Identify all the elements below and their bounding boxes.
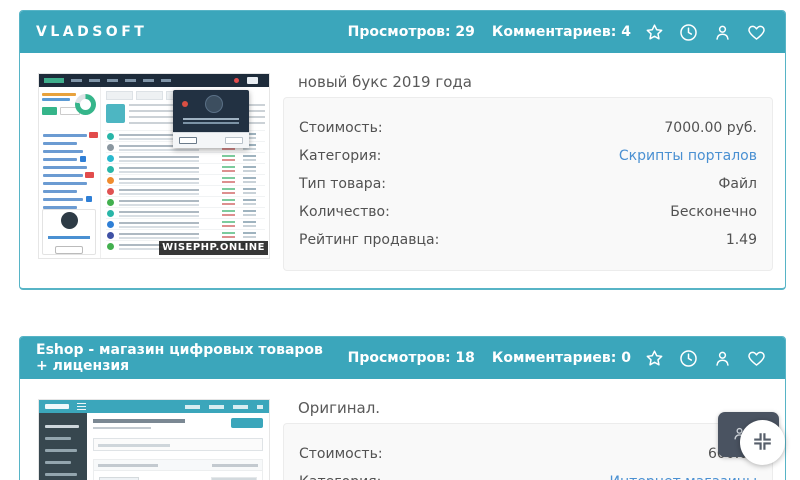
thumb-donut-chart xyxy=(75,94,96,115)
thumb-add-button xyxy=(231,418,263,428)
product-title-link[interactable]: Eshop - магазин цифровых товаров + лицен… xyxy=(36,342,331,374)
thumb-search-bar xyxy=(93,438,263,451)
compress-icon xyxy=(751,430,774,456)
thumb-notification-dot xyxy=(234,78,239,83)
heart-icon[interactable] xyxy=(746,348,767,369)
thumb-logo xyxy=(45,404,69,409)
thumb-navbar xyxy=(39,74,269,87)
thumb-sidebar xyxy=(39,87,101,258)
detail-row-category: Категория: Интернет магазины xyxy=(299,468,757,480)
category-link[interactable]: Интернет магазины xyxy=(610,474,757,480)
clock-icon[interactable] xyxy=(678,22,699,43)
product-thumbnail[interactable]: WISEPHP.ONLINE xyxy=(38,73,270,259)
card-header: Eshop - магазин цифровых товаров + лицен… xyxy=(20,337,785,379)
product-card-vladsoft: VLADSOFT Просмотров: 29 Комментариев: 4 xyxy=(19,10,786,290)
card-header-stats: Просмотров: 18 Комментариев: 0 xyxy=(331,348,767,369)
card-header-stats: Просмотров: 29 Комментариев: 4 xyxy=(331,22,767,43)
detail-row-price: Стоимость: 600.00 xyxy=(299,440,757,468)
marketplace-page: VLADSOFT Просмотров: 29 Комментариев: 4 xyxy=(0,0,800,480)
star-icon[interactable] xyxy=(644,348,665,369)
user-icon[interactable] xyxy=(712,348,733,369)
thumb-product-row xyxy=(93,459,263,480)
thumb-menu-icon xyxy=(77,403,86,410)
card-header: VLADSOFT Просмотров: 29 Комментариев: 4 xyxy=(20,11,785,53)
thumb-nav-links xyxy=(71,79,171,82)
card-body: Оригинал. Стоимость: 600.00 Категория: И… xyxy=(20,379,785,480)
thumbnail-watermark: WISEPHP.ONLINE xyxy=(159,241,268,255)
star-icon[interactable] xyxy=(644,22,665,43)
product-title: Оригинал. xyxy=(298,399,773,418)
product-card-eshop: Eshop - магазин цифровых товаров + лицен… xyxy=(19,336,786,480)
seller-title-link[interactable]: VLADSOFT xyxy=(36,24,147,40)
collapse-floating-button[interactable] xyxy=(740,420,785,465)
detail-row-product-type: Тип товара: Файл xyxy=(299,170,757,198)
thumb-sidebar xyxy=(39,413,87,480)
thumb-navbar xyxy=(39,400,269,413)
product-thumbnail[interactable] xyxy=(38,399,270,480)
card-body: WISEPHP.ONLINE новый букс 2019 года Стои… xyxy=(20,53,785,271)
heart-icon[interactable] xyxy=(746,22,767,43)
detail-row-quantity: Количество: Бесконечно xyxy=(299,198,757,226)
category-link[interactable]: Скрипты порталов xyxy=(619,148,757,164)
comments-count: Комментариев: 0 xyxy=(492,350,631,366)
thumb-profile-widget xyxy=(42,209,96,255)
thumb-topic-list xyxy=(106,130,265,251)
product-title: новый букс 2019 года xyxy=(298,73,773,92)
thumb-nav-links xyxy=(185,405,263,409)
product-details: новый букс 2019 года Стоимость: 7000.00 … xyxy=(283,73,773,271)
thumb-popup xyxy=(173,90,249,148)
thumb-main-area xyxy=(87,413,269,480)
details-panel: Стоимость: 7000.00 руб. Категория: Скрип… xyxy=(283,97,773,271)
details-panel: Стоимость: 600.00 Категория: Интернет ма… xyxy=(283,423,773,480)
thumb-logo xyxy=(44,78,64,83)
detail-row-category: Категория: Скрипты порталов xyxy=(299,142,757,170)
detail-row-price: Стоимость: 7000.00 руб. xyxy=(299,114,757,142)
product-details: Оригинал. Стоимость: 600.00 Категория: И… xyxy=(283,399,773,480)
detail-row-seller-rating: Рейтинг продавца: 1.49 xyxy=(299,226,757,254)
views-count: Просмотров: 18 xyxy=(348,350,475,366)
user-icon[interactable] xyxy=(712,22,733,43)
clock-icon[interactable] xyxy=(678,348,699,369)
thumb-avatar xyxy=(61,212,78,229)
thumb-flag-icon xyxy=(247,77,258,84)
comments-count: Комментариев: 4 xyxy=(492,24,631,40)
views-count: Просмотров: 29 xyxy=(348,24,475,40)
